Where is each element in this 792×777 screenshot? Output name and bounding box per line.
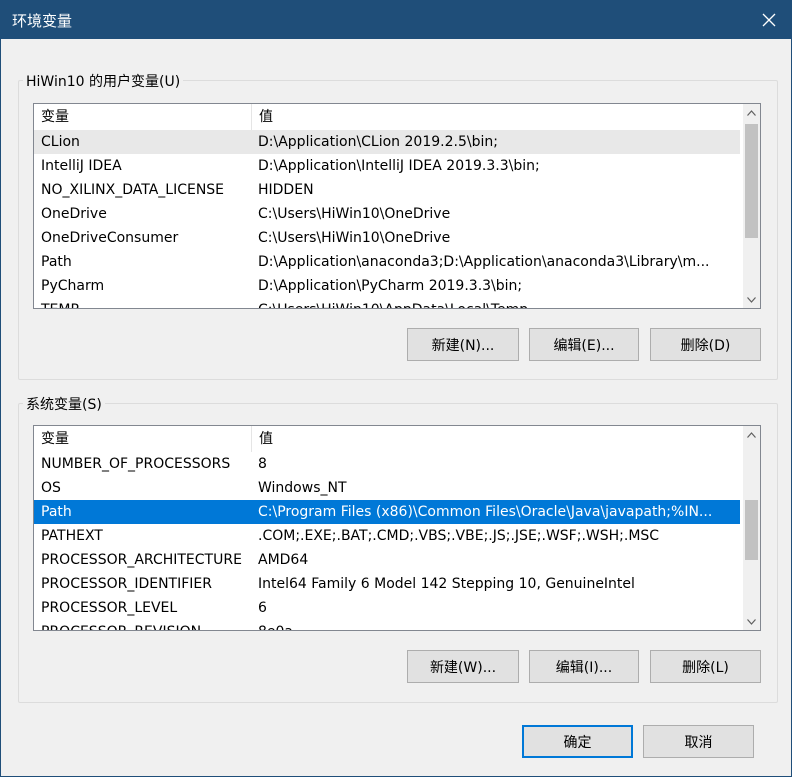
variable-name: Path xyxy=(41,504,72,520)
chevron-up-icon xyxy=(747,431,756,438)
table-row[interactable]: CLion D:\Application\CLion 2019.2.5\bin; xyxy=(34,130,740,154)
cancel-button[interactable]: 取消 xyxy=(643,725,754,758)
table-row[interactable]: NUMBER_OF_PROCESSORS 8 xyxy=(34,452,740,476)
user-vars-group-label: HiWin10 的用户变量(U) xyxy=(23,71,184,91)
close-button[interactable] xyxy=(746,0,792,39)
system-vars-rows: NUMBER_OF_PROCESSORS 8 OS Windows_NT Pat… xyxy=(34,452,740,630)
table-row[interactable]: OneDriveConsumer C:\Users\HiWin10\OneDri… xyxy=(34,226,740,250)
variable-name: NUMBER_OF_PROCESSORS xyxy=(41,456,231,472)
variable-value: D:\Application\IntelliJ IDEA 2019.3.3\bi… xyxy=(258,158,540,174)
column-header-value[interactable]: 值 xyxy=(252,426,744,452)
variable-value: Windows_NT xyxy=(258,480,347,496)
variable-name: TEMP xyxy=(34,298,251,308)
column-header-value[interactable]: 值 xyxy=(252,104,744,130)
column-header-variable[interactable]: 变量 xyxy=(34,426,252,452)
system-vars-scrollbar[interactable] xyxy=(743,426,760,630)
variable-value: 8 xyxy=(258,456,267,472)
user-vars-scrollbar[interactable] xyxy=(743,104,760,308)
table-row[interactable]: IntelliJ IDEA D:\Application\IntelliJ ID… xyxy=(34,154,740,178)
table-row-selected[interactable]: Path C:\Program Files (x86)\Common Files… xyxy=(34,500,740,524)
table-row[interactable]: PROCESSOR_LEVEL 6 xyxy=(34,596,740,620)
variable-value: D:\Application\PyCharm 2019.3.3\bin; xyxy=(258,278,523,294)
variable-value: D:\Application\CLion 2019.2.5\bin; xyxy=(258,134,498,150)
variable-value: C:\Users\HiWin10\OneDrive xyxy=(258,230,451,246)
system-delete-button[interactable]: 删除(L) xyxy=(650,650,761,683)
variable-name: PROCESSOR_ARCHITECTURE xyxy=(41,552,242,568)
table-row[interactable]: NO_XILINX_DATA_LICENSE HIDDEN xyxy=(34,178,740,202)
table-row[interactable]: OS Windows_NT xyxy=(34,476,740,500)
variable-name: PROCESSOR_REVISION xyxy=(34,620,251,630)
table-row[interactable]: PATHEXT .COM;.EXE;.BAT;.CMD;.VBS;.VBE;.J… xyxy=(34,524,740,548)
scroll-up-button[interactable] xyxy=(743,426,760,443)
variable-value: AMD64 xyxy=(258,552,309,568)
user-edit-button[interactable]: 编辑(E)... xyxy=(529,328,639,361)
table-row[interactable]: PROCESSOR_REVISION 8e0a xyxy=(34,620,740,630)
scroll-down-button[interactable] xyxy=(743,613,760,630)
column-header-variable[interactable]: 变量 xyxy=(34,104,252,130)
variable-name: OneDrive xyxy=(41,206,107,222)
scroll-down-button[interactable] xyxy=(743,291,760,308)
scroll-thumb[interactable] xyxy=(745,124,758,238)
variable-name: IntelliJ IDEA xyxy=(41,158,122,174)
user-delete-button[interactable]: 删除(D) xyxy=(650,328,761,361)
system-vars-group-label: 系统变量(S) xyxy=(23,394,105,414)
variable-value: .COM;.EXE;.BAT;.CMD;.VBS;.VBE;.JS;.JSE;.… xyxy=(258,528,660,544)
table-row[interactable]: PROCESSOR_ARCHITECTURE AMD64 xyxy=(34,548,740,572)
variable-value: C:\Users\HiWin10\OneDrive xyxy=(258,206,451,222)
chevron-down-icon xyxy=(747,296,756,303)
user-new-button[interactable]: 新建(N)... xyxy=(407,328,519,361)
variable-value: C:\Users\HiWin10\AppData\Local\Temp xyxy=(251,298,740,308)
variable-value: D:\Application\anaconda3;D:\Application\… xyxy=(258,254,710,270)
table-row[interactable]: TEMP C:\Users\HiWin10\AppData\Local\Temp xyxy=(34,298,740,308)
window-title: 环境变量 xyxy=(12,12,73,30)
variable-name: PATHEXT xyxy=(41,528,103,544)
variable-value: 8e0a xyxy=(251,620,740,630)
variable-name: Path xyxy=(41,254,72,270)
system-vars-list[interactable]: 变量 值 NUMBER_OF_PROCESSORS 8 OS Windows_N… xyxy=(33,425,761,631)
chevron-down-icon xyxy=(747,618,756,625)
chevron-up-icon xyxy=(747,109,756,116)
variable-name: OneDriveConsumer xyxy=(41,230,179,246)
variable-name: NO_XILINX_DATA_LICENSE xyxy=(41,182,225,198)
scroll-thumb[interactable] xyxy=(745,500,758,560)
table-row[interactable]: OneDrive C:\Users\HiWin10\OneDrive xyxy=(34,202,740,226)
table-row[interactable]: Path D:\Application\anaconda3;D:\Applica… xyxy=(34,250,740,274)
variable-value: Intel64 Family 6 Model 142 Stepping 10, … xyxy=(258,576,635,592)
variable-name: PROCESSOR_IDENTIFIER xyxy=(41,576,212,592)
close-icon xyxy=(762,13,776,26)
user-vars-list[interactable]: 变量 值 CLion D:\Application\CLion 2019.2.5… xyxy=(33,103,761,309)
variable-name: OS xyxy=(41,480,61,496)
ok-button[interactable]: 确定 xyxy=(522,725,633,758)
title-bar: 环境变量 xyxy=(0,0,792,39)
list-header: 变量 值 xyxy=(34,426,744,452)
scroll-up-button[interactable] xyxy=(743,104,760,121)
variable-name: CLion xyxy=(41,134,80,150)
table-row[interactable]: PROCESSOR_IDENTIFIER Intel64 Family 6 Mo… xyxy=(34,572,740,596)
variable-value: C:\Program Files (x86)\Common Files\Orac… xyxy=(258,504,713,520)
system-new-button[interactable]: 新建(W)... xyxy=(407,650,519,683)
variable-value: 6 xyxy=(258,600,267,616)
system-edit-button[interactable]: 编辑(I)... xyxy=(529,650,639,683)
variable-value: HIDDEN xyxy=(258,182,314,198)
variable-name: PROCESSOR_LEVEL xyxy=(41,600,178,616)
list-header: 变量 值 xyxy=(34,104,744,130)
table-row[interactable]: PyCharm D:\Application\PyCharm 2019.3.3\… xyxy=(34,274,740,298)
variable-name: PyCharm xyxy=(41,278,105,294)
user-vars-rows: CLion D:\Application\CLion 2019.2.5\bin;… xyxy=(34,130,740,308)
